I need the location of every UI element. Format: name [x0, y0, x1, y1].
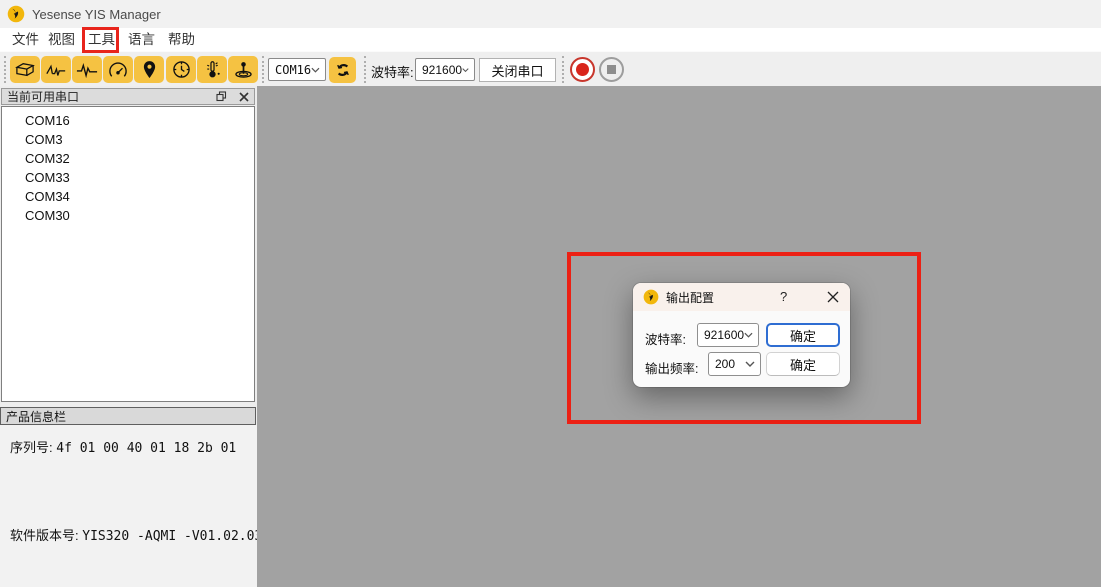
stop-icon: [607, 65, 616, 74]
cube-3d-icon[interactable]: [10, 56, 40, 83]
software-version-label: 软件版本号:: [10, 528, 79, 543]
list-item-port[interactable]: COM30: [2, 206, 254, 225]
stop-button[interactable]: [599, 57, 624, 82]
dialog-title-bar: 输出配置 ?: [633, 283, 850, 311]
record-button[interactable]: [570, 57, 595, 82]
left-dock: 当前可用串口 COM16 COM3 COM32 COM33 COM34 COM3…: [0, 86, 257, 587]
angular-wave-icon[interactable]: [41, 56, 71, 83]
confirm-freq-button[interactable]: 确定: [766, 352, 840, 376]
output-config-dialog: 输出配置 ? 波特率: 921600 确定 输出频率: 200 确定: [633, 283, 850, 387]
toolbar-drag-handle[interactable]: [262, 56, 265, 83]
toolbar-drag-handle[interactable]: [4, 56, 7, 83]
serial-number-value: 4f 01 00 40 01 18 2b 01: [56, 441, 236, 456]
serial-number-row: 序列号: 4f 01 00 40 01 18 2b 01: [10, 437, 236, 456]
port-select[interactable]: COM16: [268, 58, 326, 81]
dialog-close-icon[interactable]: [827, 291, 839, 303]
dialog-baud-value: 921600: [704, 328, 744, 342]
menu-item-language[interactable]: 语言: [128, 28, 155, 51]
list-item-port[interactable]: COM34: [2, 187, 254, 206]
menu-bar: 文件 视图 工具 语言 帮助: [0, 28, 1101, 51]
float-panel-icon[interactable]: [216, 91, 227, 102]
chevron-down-icon: [744, 332, 753, 338]
list-item-port[interactable]: COM32: [2, 149, 254, 168]
record-icon: [576, 63, 589, 76]
dialog-help-button[interactable]: ?: [780, 283, 787, 311]
dialog-baud-label: 波特率:: [645, 329, 686, 348]
joystick-icon[interactable]: [228, 56, 258, 83]
baud-rate-select[interactable]: 921600: [415, 58, 475, 81]
serial-number-label: 序列号:: [10, 440, 53, 455]
ports-panel-header: 当前可用串口: [1, 88, 255, 105]
toolbar-drag-handle[interactable]: [364, 56, 367, 83]
title-bar: Yesense YIS Manager: [0, 0, 1101, 28]
port-select-value: COM16: [275, 63, 311, 77]
toolbar-drag-handle[interactable]: [562, 56, 565, 83]
chevron-down-icon: [462, 67, 469, 73]
dialog-baud-select[interactable]: 921600: [697, 323, 759, 347]
dialog-title: 输出配置: [666, 289, 714, 306]
menu-item-tools[interactable]: 工具: [88, 28, 115, 51]
menu-item-help[interactable]: 帮助: [168, 28, 195, 51]
yesense-logo-icon: [643, 289, 659, 305]
ports-panel-title: 当前可用串口: [7, 88, 79, 105]
ports-list: COM16 COM3 COM32 COM33 COM34 COM30: [1, 106, 255, 402]
utc-clock-icon[interactable]: [166, 56, 196, 83]
location-pin-icon[interactable]: [134, 56, 164, 83]
chevron-down-icon: [745, 361, 755, 367]
dialog-freq-select[interactable]: 200: [708, 352, 761, 376]
close-serial-port-button[interactable]: 关闭串口: [479, 58, 556, 82]
toolbar: COM16 波特率: 921600 关闭串口: [0, 51, 1101, 86]
software-version-row: 软件版本号: YIS320 -AQMI -V01.02.03;: [10, 525, 270, 544]
yesense-logo-icon: [7, 5, 25, 23]
window-title: Yesense YIS Manager: [32, 7, 161, 22]
menu-item-file[interactable]: 文件: [12, 28, 39, 51]
pulse-wave-icon[interactable]: [72, 56, 102, 83]
dialog-freq-label: 输出频率:: [645, 358, 698, 377]
list-item-port[interactable]: COM3: [2, 130, 254, 149]
chevron-down-icon: [311, 67, 320, 73]
dialog-freq-value: 200: [715, 357, 735, 371]
info-panel-title: 产品信息栏: [6, 408, 66, 425]
info-panel-body: 序列号: 4f 01 00 40 01 18 2b 01 软件版本号: YIS3…: [0, 425, 257, 587]
thermometer-icon[interactable]: [197, 56, 227, 83]
baud-rate-value: 921600: [422, 63, 462, 77]
menu-item-view[interactable]: 视图: [48, 28, 75, 51]
gauge-icon[interactable]: [103, 56, 133, 83]
software-version-value: YIS320 -AQMI -V01.02.03;: [82, 529, 270, 544]
close-panel-icon[interactable]: [239, 92, 249, 102]
list-item-port[interactable]: COM16: [2, 111, 254, 130]
sync-arrows-icon[interactable]: [329, 57, 356, 83]
baud-rate-label: 波特率:: [371, 62, 414, 81]
list-item-port[interactable]: COM33: [2, 168, 254, 187]
confirm-baud-button[interactable]: 确定: [766, 323, 840, 347]
info-panel-header: 产品信息栏: [0, 407, 256, 425]
